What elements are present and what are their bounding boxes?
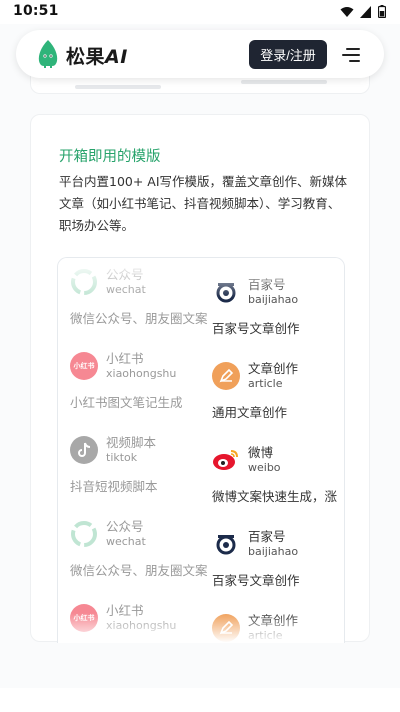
template-card-wechat-2[interactable]: 公众号 wechat 微信公众号、朋友圈文案 (58, 510, 208, 590)
signal-icon (360, 5, 371, 18)
baijiahao-icon (216, 283, 236, 303)
battery-icon (378, 5, 386, 18)
template-card-xiaohongshu-2[interactable]: 小红书 小红书 xiaohongshu (58, 594, 198, 643)
xiaohongshu-icon: 小红书 (70, 604, 98, 632)
top-navbar: 松果AI 登录/注册 (16, 30, 384, 78)
status-bar: 10:51 (0, 0, 400, 24)
template-card-wechat[interactable]: 公众号 wechat 微信公众号、朋友圈文案 (58, 258, 208, 338)
template-card-xiaohongshu[interactable]: 小红书 小红书 xiaohongshu 小红书图文笔记生成 (58, 342, 198, 422)
hamburger-menu-icon[interactable] (342, 46, 360, 64)
xiaohongshu-icon: 小红书 (70, 352, 98, 380)
system-navigation-bar (0, 688, 400, 712)
templates-section-card: 开箱即用的模版 平台内置100+ AI写作模版，覆盖文章创作、新媒体文章（如小红… (30, 114, 370, 643)
article-pen-icon (219, 620, 234, 635)
wechat-icon (71, 269, 97, 295)
template-card-baijiahao[interactable]: 百家号 baijiahao 百家号文章创作 (200, 268, 340, 348)
template-card-weibo[interactable]: 微博 weibo 微博文案快速生成，涨 (200, 436, 340, 516)
status-icons (340, 5, 386, 18)
template-card-baijiahao-2[interactable]: 百家号 baijiahao 百家号文章创作 (200, 520, 340, 600)
template-card-article[interactable]: 文章创作 article 通用文章创作 (200, 352, 340, 432)
wechat-icon (71, 521, 97, 547)
template-card-article-2[interactable]: 文章创作 article (200, 604, 340, 643)
baijiahao-icon (216, 535, 236, 555)
section-description: 平台内置100+ AI写作模版，覆盖文章创作、新媒体文章（如小红书笔记、抖音视频… (59, 174, 348, 233)
template-marquee[interactable]: 公众号 wechat 微信公众号、朋友圈文案 小红书 小红书 xiaohongs… (57, 257, 345, 643)
template-card-tiktok[interactable]: 视频脚本 tiktok 抖音短视频脚本 (58, 426, 198, 506)
article-pen-icon (219, 368, 234, 383)
tiktok-icon (78, 442, 91, 457)
status-time: 10:51 (13, 3, 59, 19)
login-register-button[interactable]: 登录/注册 (249, 40, 327, 69)
section-title: 开箱即用的模版 (59, 149, 161, 165)
pine-cone-logo-icon[interactable] (36, 39, 60, 69)
brand-name[interactable]: 松果AI (66, 42, 128, 69)
wifi-icon (340, 6, 354, 17)
page: 松果AI 登录/注册 开箱即用的模版 平台内置100+ AI写作模版，覆盖文章创… (0, 24, 400, 712)
weibo-icon (213, 450, 238, 470)
